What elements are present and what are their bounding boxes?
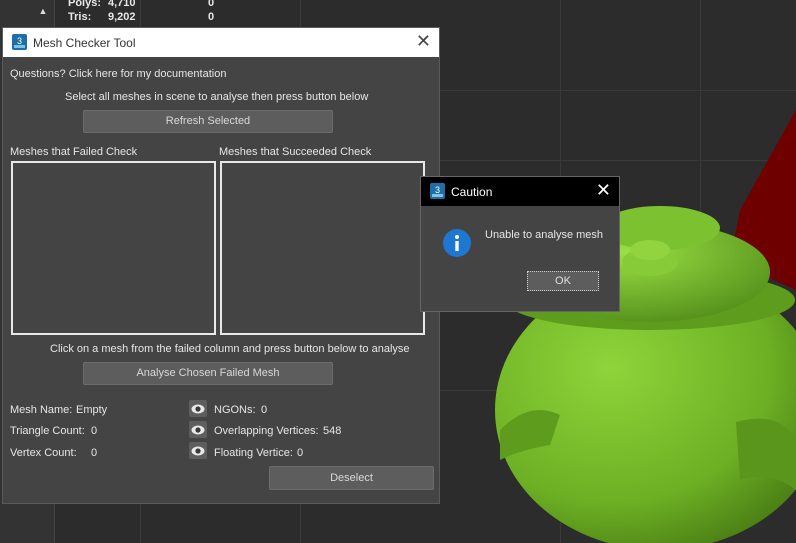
stats-row-polys: Polys: 4,710 0: [68, 0, 238, 10]
stats-label: Polys:: [68, 0, 102, 9]
mesh-name-label: Mesh Name:: [10, 404, 73, 416]
documentation-link[interactable]: Questions? Click here for my documentati…: [10, 68, 226, 80]
view-floating-button[interactable]: [189, 442, 207, 459]
info-icon: [443, 229, 471, 257]
triangle-count-label: Triangle Count:: [10, 425, 85, 437]
ngons-value: 0: [261, 404, 268, 416]
overlapping-value: 548: [323, 425, 342, 437]
triangle-count-value: 0: [91, 425, 98, 437]
failed-list-header: Meshes that Failed Check: [10, 146, 138, 158]
ngons-label: NGONs:: [214, 404, 256, 416]
eye-icon: [191, 446, 205, 455]
svg-text:3: 3: [17, 36, 22, 46]
caution-title-bar[interactable]: 3 Caution ✕: [421, 177, 619, 206]
vertex-count-value: 0: [91, 447, 98, 459]
stats-value: 9,202: [108, 11, 136, 23]
succeeded-list-header: Meshes that Succeeded Check: [219, 146, 372, 158]
ok-button[interactable]: OK: [527, 271, 599, 291]
select-instruction: Select all meshes in scene to analyse th…: [65, 91, 369, 103]
succeeded-meshes-list[interactable]: [220, 161, 425, 335]
title-bar[interactable]: 3 Mesh Checker Tool ✕: [3, 28, 439, 57]
viewport-stats: Polys: 4,710 0 Tris: 9,202 0: [68, 0, 238, 24]
eye-icon: [191, 425, 205, 434]
caution-message: Unable to analyse mesh: [485, 229, 604, 241]
vertex-count-label: Vertex Count:: [10, 447, 77, 459]
stats-label: Tris:: [68, 11, 92, 23]
floating-label: Floating Vertice:: [214, 447, 293, 459]
overlapping-label: Overlapping Vertices:: [214, 425, 319, 437]
stats-row-tris: Tris: 9,202 0: [68, 10, 238, 24]
view-ngons-button[interactable]: [189, 400, 207, 417]
3dsmax-app-icon: 3: [430, 183, 445, 199]
caution-title: Caution: [451, 185, 493, 199]
floating-value: 0: [297, 447, 304, 459]
view-overlapping-button[interactable]: [189, 421, 207, 438]
window-title: Mesh Checker Tool: [33, 36, 136, 50]
scroll-up-button[interactable]: ▲: [36, 4, 50, 18]
analyse-failed-mesh-button[interactable]: Analyse Chosen Failed Mesh: [83, 362, 333, 385]
close-icon[interactable]: ✕: [416, 31, 431, 52]
3dsmax-app-icon: 3: [12, 34, 27, 50]
stats-selected: 0: [208, 11, 215, 23]
failed-meshes-list[interactable]: [11, 161, 216, 335]
analyse-instruction: Click on a mesh from the failed column a…: [50, 343, 410, 355]
deselect-button[interactable]: Deselect: [269, 466, 434, 490]
refresh-selected-button[interactable]: Refresh Selected: [83, 110, 333, 133]
caution-dialog: 3 Caution ✕ Unable to analyse mesh OK: [420, 176, 620, 312]
close-icon[interactable]: ✕: [596, 180, 611, 201]
eye-icon: [191, 404, 205, 413]
stats-value: 4,710: [108, 0, 136, 9]
mesh-name-value: Empty: [76, 404, 108, 416]
mesh-checker-window: 3 Mesh Checker Tool ✕ Questions? Click h…: [2, 27, 440, 504]
svg-text:3: 3: [435, 185, 440, 195]
stats-selected: 0: [208, 0, 215, 9]
